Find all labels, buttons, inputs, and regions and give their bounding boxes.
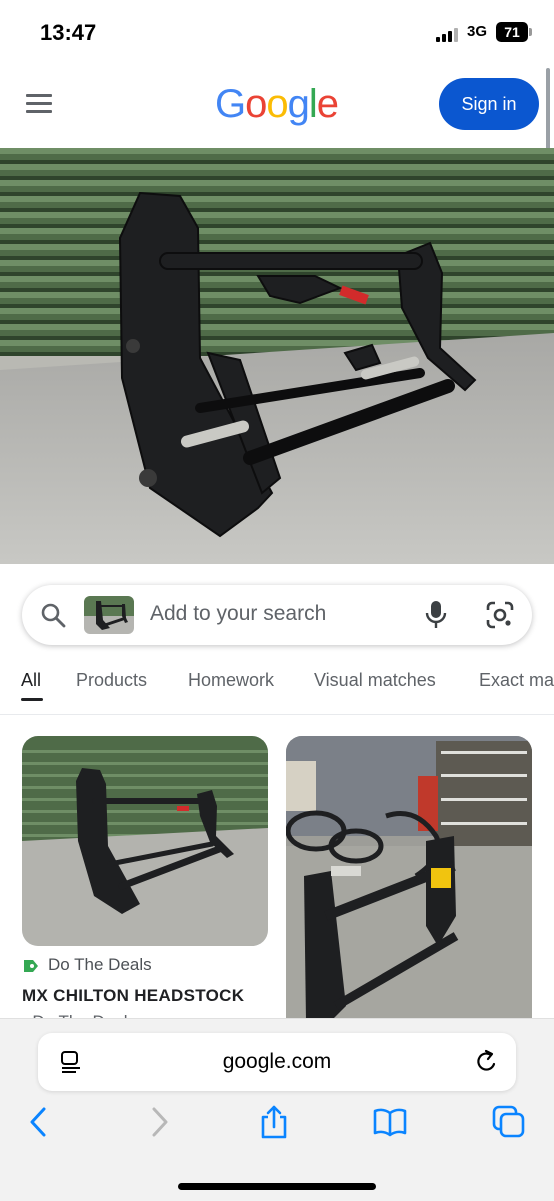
search-tabs: All Products Homework Visual matches Exa… — [0, 660, 554, 715]
browser-toolbar: google.com — [0, 1018, 554, 1201]
share-icon[interactable] — [257, 1105, 291, 1139]
query-image-thumbnail[interactable] — [84, 596, 134, 634]
network-label: 3G — [467, 23, 488, 40]
logo-letter: g — [287, 82, 310, 126]
result-source[interactable]: Do The Deals — [48, 955, 152, 975]
status-bar: 13:47 3G 71 — [0, 0, 554, 64]
address-bar[interactable]: google.com — [38, 1033, 516, 1091]
search-icon — [41, 603, 66, 628]
logo-letter: e — [316, 82, 339, 126]
battery-icon: 71 — [496, 22, 528, 42]
url-text[interactable]: google.com — [38, 1050, 516, 1074]
microphone-icon[interactable] — [424, 599, 448, 631]
reload-icon[interactable] — [474, 1049, 498, 1075]
battery-level: 71 — [504, 24, 520, 40]
tab-all[interactable]: All — [21, 670, 41, 691]
query-image[interactable] — [0, 148, 554, 564]
logo-letter: o — [245, 82, 267, 126]
back-chevron-icon[interactable] — [22, 1105, 56, 1139]
status-time: 13:47 — [40, 20, 97, 45]
logo-letter: G — [215, 82, 246, 126]
sign-in-button[interactable]: Sign in — [439, 78, 539, 130]
scrollbar[interactable] — [546, 68, 550, 160]
result-image-2[interactable] — [286, 736, 532, 1036]
tab-visual-matches[interactable]: Visual matches — [314, 670, 436, 691]
add-to-search-bar[interactable]: Add to your search — [22, 585, 532, 645]
tab-homework[interactable]: Homework — [188, 670, 274, 691]
active-tab-indicator — [21, 698, 43, 701]
tabs-icon[interactable] — [492, 1105, 526, 1139]
signal-icon — [436, 26, 462, 42]
forward-chevron-icon[interactable] — [142, 1105, 176, 1139]
logo-letter: o — [266, 82, 288, 126]
result-title[interactable]: MX CHILTON HEADSTOCK — [22, 986, 270, 1006]
tab-products[interactable]: Products — [76, 670, 147, 691]
hamburger-menu-icon[interactable] — [26, 94, 52, 114]
tab-exact-matches[interactable]: Exact ma — [479, 670, 554, 691]
search-placeholder[interactable]: Add to your search — [150, 602, 326, 626]
google-logo[interactable]: Google — [215, 82, 339, 127]
battery-cap — [529, 28, 532, 36]
result-image[interactable] — [22, 736, 268, 946]
bookmarks-book-icon[interactable] — [373, 1105, 407, 1139]
logo-letter: l — [308, 82, 318, 126]
home-indicator — [178, 1183, 376, 1190]
shopping-tag-icon — [24, 960, 38, 972]
google-lens-icon[interactable] — [486, 601, 514, 629]
google-header: Google Sign in — [0, 64, 554, 148]
